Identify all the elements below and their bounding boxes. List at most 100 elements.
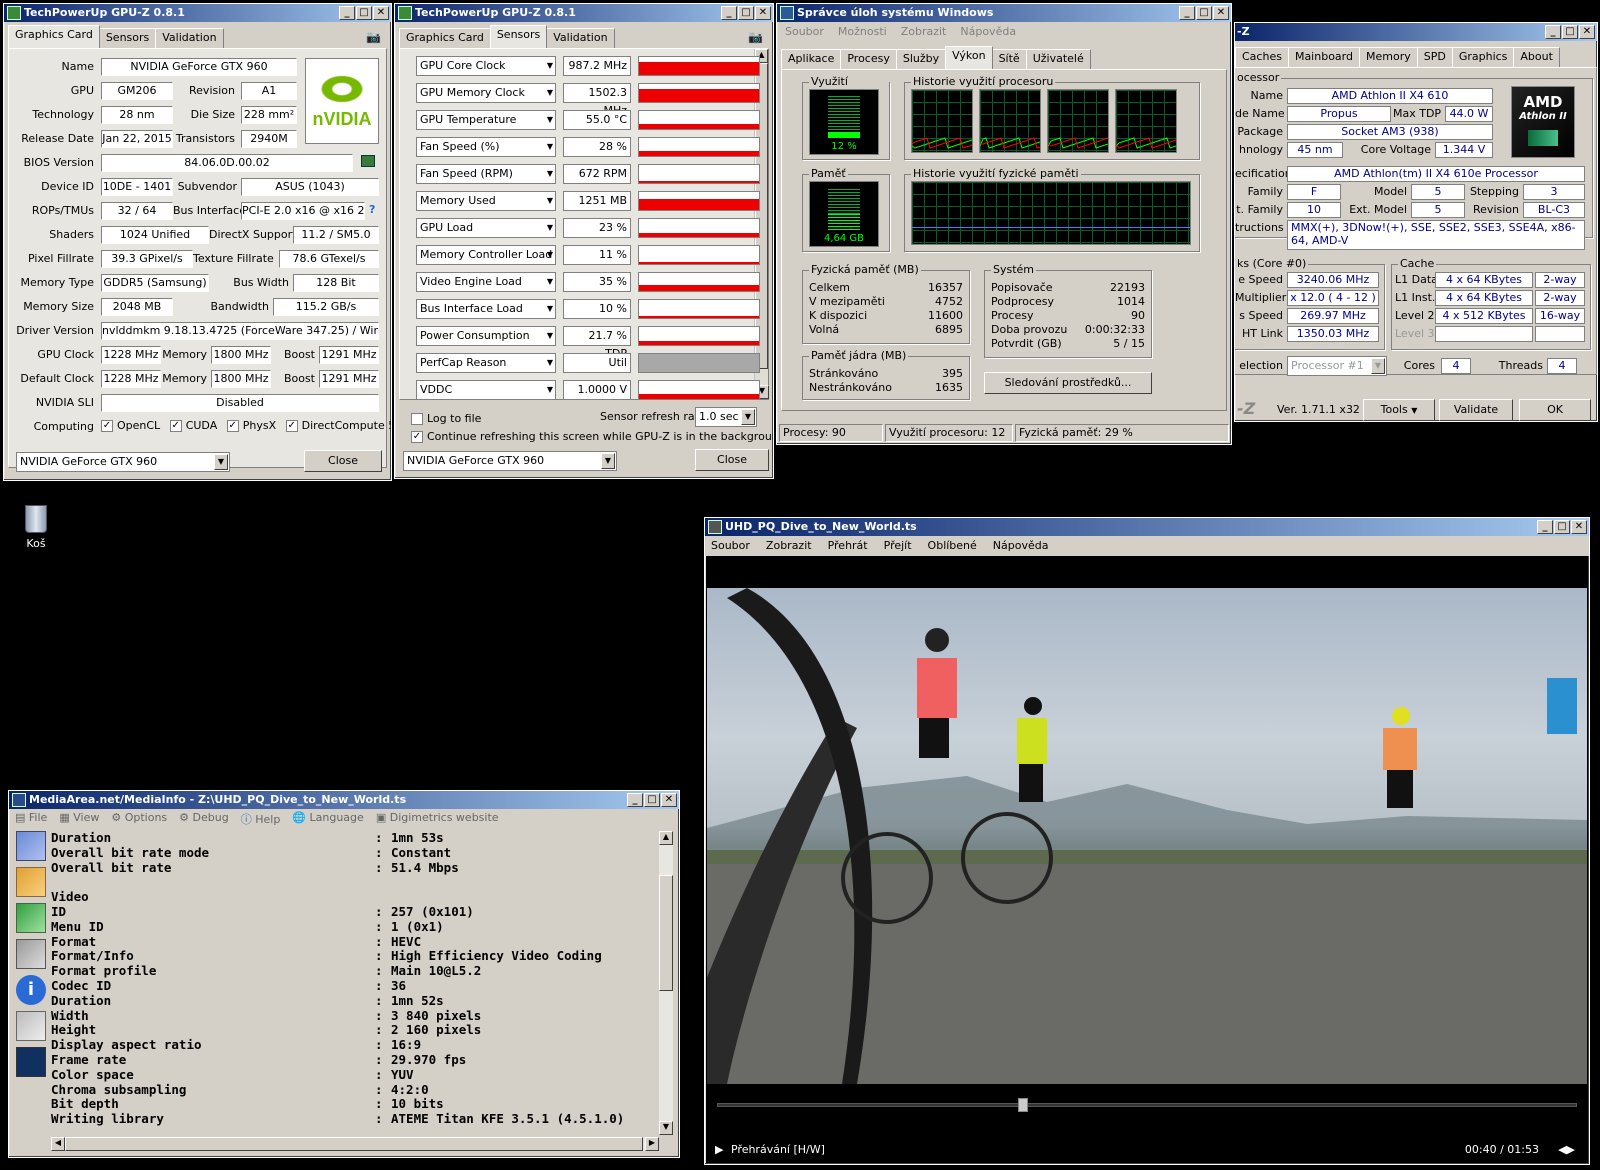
menu-file[interactable]: ▤ File <box>15 811 47 827</box>
close-window-button[interactable]: ✕ <box>1579 25 1595 39</box>
sensor-name-select[interactable]: PerfCap Reason ▼ <box>416 353 556 373</box>
tab-vykon[interactable]: Výkon <box>945 46 993 69</box>
title-bar[interactable]: UHD_PQ_Dive_to_New_World.ts _ □ ✕ <box>705 518 1589 536</box>
tab-mainboard[interactable]: Mainboard <box>1287 47 1360 67</box>
title-bar[interactable]: -Z _ □ ✕ <box>1235 23 1597 41</box>
tab-site[interactable]: Sítě <box>991 49 1027 69</box>
close-window-button[interactable]: ✕ <box>661 793 677 807</box>
tab-uzivatele[interactable]: Uživatelé <box>1025 49 1091 69</box>
maximize-button[interactable]: □ <box>1562 25 1578 39</box>
menu-options[interactable]: ⚙ Options <box>111 811 167 827</box>
chevron-down-icon[interactable]: ▼ <box>214 454 228 470</box>
audio-icon[interactable]: ◀▶ <box>1558 1138 1575 1162</box>
minimize-button[interactable]: _ <box>1545 25 1561 39</box>
waveform-icon[interactable] <box>16 1047 46 1077</box>
tab-validation[interactable]: Validation <box>546 28 615 48</box>
copy-icon[interactable] <box>16 1011 46 1041</box>
menu-language[interactable]: 🌐 Language <box>292 811 364 827</box>
title-bar[interactable]: MediaArea.net/MediaInfo - Z:\UHD_PQ_Dive… <box>9 791 679 809</box>
close-button[interactable]: Close <box>304 450 382 472</box>
maximize-button[interactable]: □ <box>738 6 754 20</box>
resource-monitor-button[interactable]: Sledování prostředků... <box>984 372 1152 394</box>
menu-soubor[interactable]: Soubor <box>785 25 824 38</box>
bios-save-icon[interactable] <box>361 155 375 167</box>
title-bar[interactable]: Správce úloh systému Windows _ □ ✕ <box>777 4 1231 22</box>
sensor-name-select[interactable]: GPU Memory Clock ▼ <box>416 83 556 103</box>
tab-spd[interactable]: SPD <box>1416 47 1453 67</box>
directcompute-checkbox[interactable]: ✓DirectCompute 5.0 <box>285 419 391 432</box>
seek-thumb[interactable] <box>1018 1098 1029 1112</box>
recycle-bin[interactable]: Koš <box>18 505 54 550</box>
basic-view-icon[interactable] <box>16 831 46 861</box>
sensor-name-select[interactable]: Memory Controller Load ▼ <box>416 245 556 265</box>
mediainfo-text-area[interactable]: Duration:1mn 53s Overall bit rate mode: Co… <box>51 831 657 1135</box>
menu-napoveda[interactable]: Nápověda <box>960 25 1016 38</box>
menu-zobrazit[interactable]: Zobrazit <box>766 539 812 553</box>
menu-zobrazit[interactable]: Zobrazit <box>901 25 947 38</box>
tab-sluzby[interactable]: Služby <box>895 49 947 69</box>
refresh-rate-select[interactable]: 1.0 sec ▼ <box>695 407 757 427</box>
minimize-button[interactable]: _ <box>1179 6 1195 20</box>
ok-button[interactable]: OK <box>1519 399 1591 421</box>
chevron-down-icon[interactable]: ▼ <box>741 409 755 425</box>
menu-help[interactable]: ⓘ Help <box>241 811 281 827</box>
close-button[interactable]: Close <box>695 449 769 471</box>
menu-prejit[interactable]: Přejít <box>884 539 912 553</box>
sensor-name-select[interactable]: VDDC ▼ <box>416 380 556 400</box>
sensor-name-select[interactable]: Fan Speed (%) ▼ <box>416 137 556 157</box>
physx-checkbox[interactable]: ✓ PhysX <box>226 419 276 432</box>
close-window-button[interactable]: ✕ <box>755 6 771 20</box>
tools-icon[interactable] <box>16 939 46 969</box>
maximize-button[interactable]: □ <box>1554 520 1570 534</box>
chevron-down-icon[interactable]: ▼ <box>1371 358 1385 374</box>
menu-view[interactable]: ▦ View <box>59 811 99 827</box>
sensor-name-select[interactable]: Video Engine Load ▼ <box>416 272 556 292</box>
gpu-select[interactable]: NVIDIA GeForce GTX 960 ▼ <box>16 452 230 472</box>
processor-select[interactable]: Processor #1 ▼ <box>1287 356 1387 376</box>
opencl-checkbox[interactable]: ✓ OpenCL <box>101 419 160 432</box>
tools-button[interactable]: Tools ▼ <box>1363 399 1435 421</box>
horizontal-scrollbar[interactable]: ◀ ▶ <box>51 1137 659 1151</box>
help-icon[interactable]: ? <box>369 203 375 216</box>
menu-napoveda[interactable]: Nápověda <box>993 539 1049 553</box>
sensor-name-select[interactable]: Fan Speed (RPM) ▼ <box>416 164 556 184</box>
maximize-button[interactable]: □ <box>1196 6 1212 20</box>
close-window-button[interactable]: ✕ <box>373 6 389 20</box>
sheet-view-icon[interactable] <box>16 867 46 897</box>
title-bar[interactable]: TechPowerUp GPU-Z 0.8.1 _ □ ✕ <box>4 4 391 22</box>
maximize-button[interactable]: □ <box>644 793 660 807</box>
info-view-icon[interactable] <box>16 903 46 933</box>
menu-prehrat[interactable]: Přehrát <box>828 539 868 553</box>
menu-debug[interactable]: ⚙ Debug <box>179 811 229 827</box>
tab-procesy[interactable]: Procesy <box>840 49 897 69</box>
tab-graphics-card[interactable]: Graphics Card <box>399 28 491 48</box>
sensor-name-select[interactable]: Power Consumption ▼ <box>416 326 556 346</box>
sensor-name-select[interactable]: GPU Core Clock ▼ <box>416 56 556 76</box>
tab-aplikace[interactable]: Aplikace <box>781 49 842 69</box>
seek-bar[interactable] <box>717 1098 1577 1112</box>
menu-soubor[interactable]: Soubor <box>711 539 750 553</box>
about-info-icon[interactable]: i <box>16 975 46 1005</box>
validate-button[interactable]: Validate <box>1439 399 1513 421</box>
menu-moznosti[interactable]: Možnosti <box>838 25 887 38</box>
cuda-checkbox[interactable]: ✓ CUDA <box>169 419 217 432</box>
close-window-button[interactable]: ✕ <box>1571 520 1587 534</box>
sensor-name-select[interactable]: GPU Load ▼ <box>416 218 556 238</box>
tab-sensors[interactable]: Sensors <box>489 25 548 48</box>
tab-memory[interactable]: Memory <box>1358 47 1418 67</box>
continue-refresh-checkbox[interactable]: ✓ Continue refreshing this screen while G… <box>411 430 773 443</box>
minimize-button[interactable]: _ <box>339 6 355 20</box>
tab-graphics[interactable]: Graphics <box>1451 47 1515 67</box>
menu-website[interactable]: ▣ Digimetrics website <box>376 811 499 827</box>
maximize-button[interactable]: □ <box>356 6 372 20</box>
chevron-down-icon[interactable]: ▼ <box>601 453 615 469</box>
tab-graphics-card[interactable]: Graphics Card <box>8 25 100 48</box>
sensor-name-select[interactable]: Bus Interface Load ▼ <box>416 299 556 319</box>
minimize-button[interactable]: _ <box>721 6 737 20</box>
tab-sensors[interactable]: Sensors <box>98 28 157 48</box>
vertical-scrollbar[interactable]: ▲ ▼ <box>659 831 673 1135</box>
menu-oblibene[interactable]: Oblíbené <box>928 539 977 553</box>
camera-icon[interactable]: 📷 <box>748 30 763 44</box>
tab-validation[interactable]: Validation <box>155 28 224 48</box>
close-window-button[interactable]: ✕ <box>1213 6 1229 20</box>
